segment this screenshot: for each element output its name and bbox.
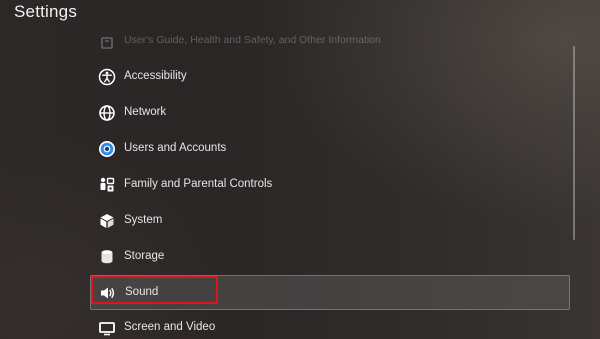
account-circle-icon	[98, 140, 116, 158]
book-icon	[98, 34, 116, 52]
menu-item-network[interactable]: Network	[90, 96, 570, 130]
family-controls-icon	[98, 176, 116, 194]
accessibility-icon	[98, 68, 116, 86]
scrollbar[interactable]	[573, 46, 575, 240]
menu-item-label: System	[124, 214, 163, 226]
menu-item-label: Sound	[125, 286, 159, 298]
menu-item-sound[interactable]: Sound	[90, 275, 570, 310]
menu-item-label: Accessibility	[124, 70, 187, 82]
menu-item-accessibility[interactable]: Accessibility	[90, 60, 570, 94]
menu-item-label: User's Guide, Health and Safety, and Oth…	[124, 34, 381, 46]
cube-icon	[98, 212, 116, 230]
settings-menu: User's Guide, Health and Safety, and Oth…	[90, 30, 570, 339]
menu-item-family-parental-controls[interactable]: Family and Parental Controls	[90, 168, 570, 202]
menu-item-users-and-accounts[interactable]: Users and Accounts	[90, 132, 570, 166]
monitor-icon	[98, 319, 116, 337]
page-title: Settings	[14, 2, 78, 21]
globe-icon	[98, 104, 116, 122]
menu-item-storage[interactable]: Storage	[90, 240, 570, 274]
menu-item-system[interactable]: System	[90, 204, 570, 238]
database-icon	[98, 248, 116, 266]
menu-item-label: Storage	[124, 250, 165, 262]
speaker-icon	[99, 284, 117, 302]
menu-item-label: Family and Parental Controls	[124, 178, 273, 190]
menu-item-label: Screen and Video	[124, 321, 216, 333]
menu-item-users-guide[interactable]: User's Guide, Health and Safety, and Oth…	[90, 30, 570, 64]
menu-item-label: Network	[124, 106, 167, 118]
menu-item-label: Users and Accounts	[124, 142, 227, 154]
menu-item-screen-and-video[interactable]: Screen and Video	[90, 311, 570, 339]
